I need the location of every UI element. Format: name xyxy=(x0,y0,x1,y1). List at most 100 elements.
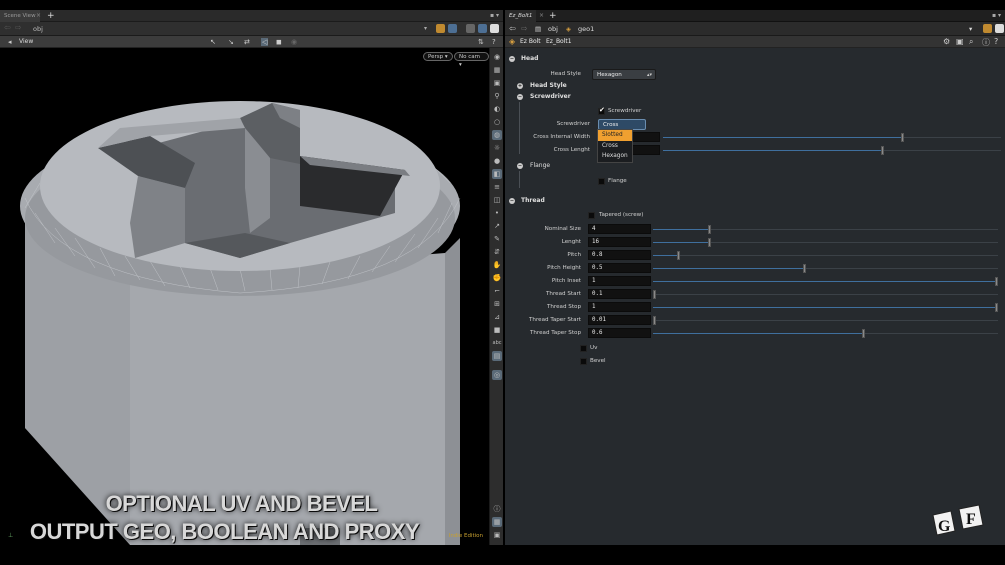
head-style-select[interactable]: Hexagon ▴▾ xyxy=(592,69,656,80)
slider-knob[interactable] xyxy=(901,133,904,142)
tab-ez-bolt1[interactable]: Ez_Bolt1 xyxy=(505,10,537,22)
thread-param-field[interactable]: 1 xyxy=(588,276,651,286)
wireframe-icon[interactable]: ◧ xyxy=(492,169,502,179)
thread-param-field[interactable]: 1 xyxy=(588,302,651,312)
path-dropdown-icon[interactable]: ▾ xyxy=(424,22,427,36)
node-name-field[interactable]: Ez_Bolt1 xyxy=(546,36,572,48)
flange-checkbox[interactable] xyxy=(598,178,605,185)
thread-param-field[interactable]: 0.8 xyxy=(588,250,651,260)
folder-flange[interactable]: Flange xyxy=(530,162,550,169)
bookmark-icon[interactable]: ▣ xyxy=(956,37,964,46)
folder-head-style[interactable]: Head Style xyxy=(530,82,567,89)
view-menu-icon[interactable]: ◂ xyxy=(8,38,12,46)
abc-text-icon[interactable]: abc xyxy=(492,338,502,348)
folder-screwdriver[interactable]: Screwdriver xyxy=(530,93,571,100)
dot-icon[interactable]: • xyxy=(492,208,502,218)
folder-collapse-icon[interactable]: − xyxy=(509,198,515,204)
path-geo1[interactable]: geo1 xyxy=(578,22,594,36)
slider-knob[interactable] xyxy=(803,264,806,273)
slider-knob[interactable] xyxy=(653,316,656,325)
select-tool-icon[interactable]: ↖ xyxy=(210,38,216,46)
layer-icon[interactable]: ≡ xyxy=(492,182,502,192)
transform-tool-icon[interactable]: ↘ xyxy=(228,38,234,46)
thread-param-field[interactable]: 16 xyxy=(588,237,651,247)
bevel-checkbox[interactable] xyxy=(580,358,587,365)
slider-knob[interactable] xyxy=(708,225,711,234)
slider-knob[interactable] xyxy=(881,146,884,155)
rotate-tool-icon[interactable]: ⇄ xyxy=(244,38,250,46)
back-arrow-icon[interactable]: ⇦ xyxy=(509,22,516,36)
search-icon[interactable]: ⌕ xyxy=(969,37,973,47)
folder-head[interactable]: Head xyxy=(521,55,538,62)
dropdown-option-hexagon[interactable]: Hexagon xyxy=(598,151,632,162)
cross-length-slider[interactable] xyxy=(663,146,1001,155)
folder-collapse-icon[interactable]: − xyxy=(509,56,515,62)
thread-param-field[interactable]: 0.1 xyxy=(588,289,651,299)
pose-tool-icon[interactable]: ◼ xyxy=(276,38,282,46)
thread-param-slider[interactable] xyxy=(653,264,998,273)
thread-param-field[interactable]: 0.01 xyxy=(588,315,651,325)
forward-arrow-icon[interactable]: ⇨ xyxy=(15,23,22,32)
dropdown-option-slotted[interactable]: Slotted xyxy=(598,130,632,141)
gear-icon[interactable]: ⚙ xyxy=(943,37,950,46)
visibility-icon[interactable]: ◎ xyxy=(492,370,502,380)
toolbar-options-icon[interactable]: ⇅ xyxy=(478,38,484,46)
thread-param-slider[interactable] xyxy=(653,277,998,286)
lock-icon[interactable]: ▣ xyxy=(492,78,502,88)
thread-param-field[interactable]: 0.5 xyxy=(588,263,651,273)
slider-knob[interactable] xyxy=(708,238,711,247)
snap-icon[interactable] xyxy=(436,24,445,33)
layout-icon[interactable]: ▦ xyxy=(492,517,502,527)
tapered-checkbox[interactable] xyxy=(588,212,595,219)
param-pane-menu-icon[interactable]: ▪ ▾ xyxy=(992,10,1001,22)
help-icon[interactable]: ? xyxy=(994,37,998,46)
handle-tool-icon[interactable]: ◁ xyxy=(261,38,269,46)
pin-icon[interactable]: ⚲ xyxy=(492,91,502,101)
slider-knob[interactable] xyxy=(862,329,865,338)
forward-arrow-icon[interactable]: ⇨ xyxy=(521,22,528,36)
thread-param-slider[interactable] xyxy=(653,316,998,325)
slider-knob[interactable] xyxy=(677,251,680,260)
slider-knob[interactable] xyxy=(995,303,998,312)
path-dropdown-icon[interactable]: ▾ xyxy=(969,22,972,36)
link-icon[interactable] xyxy=(478,24,487,33)
maximize-icon[interactable] xyxy=(490,24,499,33)
info-icon[interactable]: ⓘ xyxy=(982,37,990,48)
add-tab-icon[interactable]: + xyxy=(47,10,55,22)
thread-param-slider[interactable] xyxy=(653,303,998,312)
pane-menu-icon[interactable]: ▪ ▾ xyxy=(490,10,499,22)
thread-param-field[interactable]: 4 xyxy=(588,224,651,234)
maximize-icon[interactable] xyxy=(995,24,1004,33)
camera-icon[interactable]: ◉ xyxy=(492,52,502,62)
tab-scene-view[interactable]: Scene View xyxy=(0,10,40,22)
folder-thread[interactable]: Thread xyxy=(521,197,545,204)
help-icon[interactable]: ? xyxy=(492,38,496,46)
thread-param-slider[interactable] xyxy=(653,251,998,260)
thread-param-field[interactable]: 0.6 xyxy=(588,328,651,338)
folder-collapse-icon[interactable]: − xyxy=(517,94,523,100)
image-icon[interactable]: ▤ xyxy=(492,351,502,361)
slider-knob[interactable] xyxy=(995,277,998,286)
close-tab-icon[interactable]: × xyxy=(36,10,41,22)
folder-expand-icon[interactable]: + xyxy=(517,83,523,89)
pin-pane-icon[interactable] xyxy=(983,24,992,33)
thread-param-slider[interactable] xyxy=(653,290,998,299)
cross-width-slider[interactable] xyxy=(663,133,1001,142)
path-obj[interactable]: obj xyxy=(548,22,558,36)
close-param-tab-icon[interactable]: × xyxy=(539,10,544,22)
persp-menu[interactable]: Persp ▾ xyxy=(423,52,453,61)
view-label[interactable]: View xyxy=(19,36,33,48)
folder-collapse-icon[interactable]: − xyxy=(517,163,523,169)
thread-param-slider[interactable] xyxy=(653,238,998,247)
slider-knob[interactable] xyxy=(653,290,656,299)
add-param-tab-icon[interactable]: + xyxy=(549,10,557,22)
render-icon[interactable]: ▣ xyxy=(492,530,502,540)
info-icon[interactable]: ⓘ xyxy=(492,504,502,514)
path-obj[interactable]: obj xyxy=(33,22,43,36)
back-arrow-icon[interactable]: ⇦ xyxy=(4,23,11,32)
point-icon[interactable]: ● xyxy=(492,156,502,166)
uv-checkbox[interactable] xyxy=(580,345,587,352)
shading-icon[interactable]: ◐ xyxy=(492,104,502,114)
dropdown-option-cross[interactable]: Cross xyxy=(598,141,632,152)
screwdriver-checkbox[interactable] xyxy=(598,106,605,115)
